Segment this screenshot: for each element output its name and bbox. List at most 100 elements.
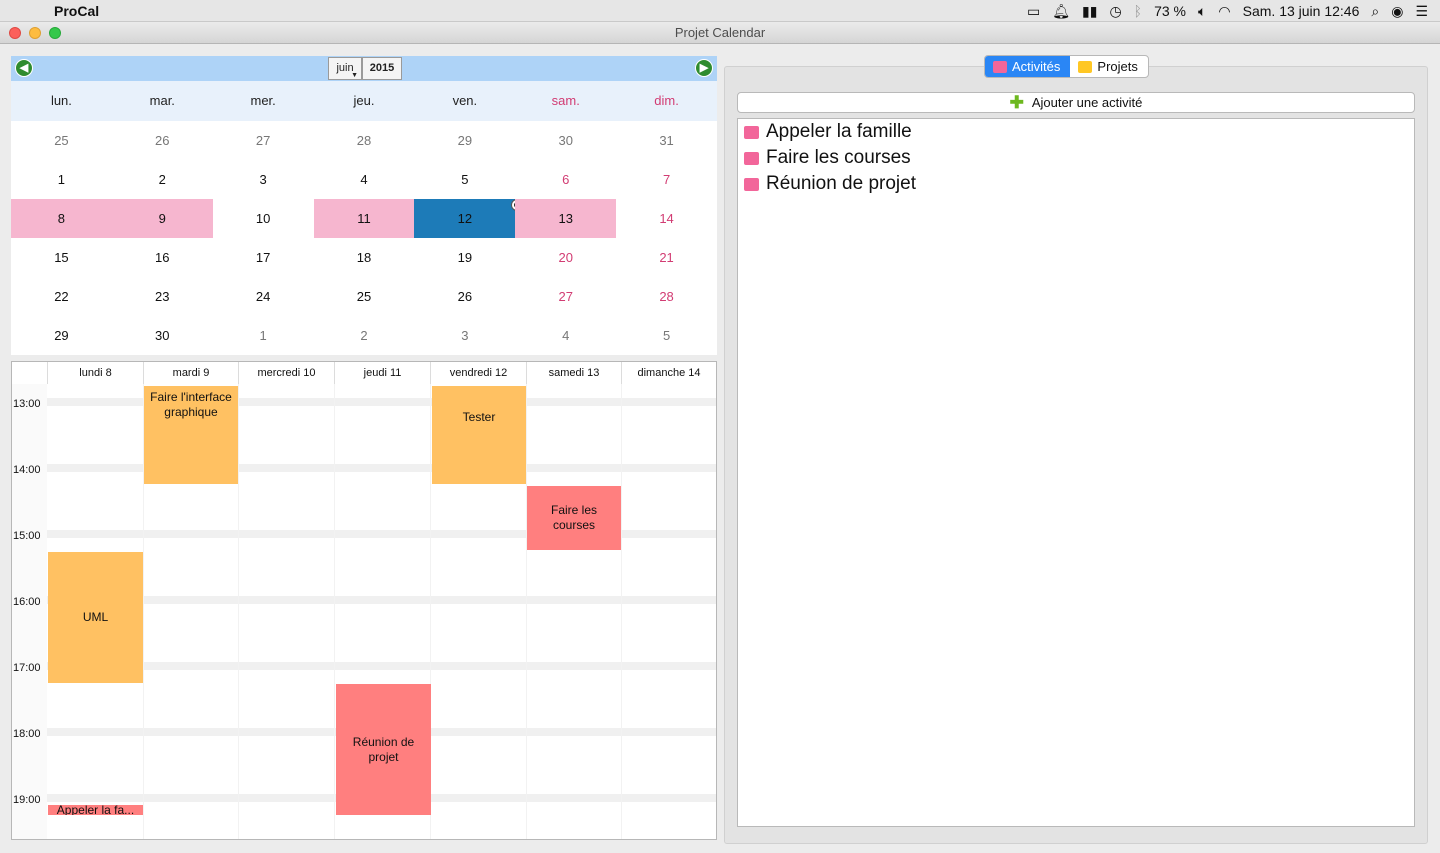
column-divider [334, 384, 335, 839]
calendar-day[interactable]: 26 [414, 277, 515, 316]
calendar-day[interactable]: 2 [314, 316, 415, 355]
event-block[interactable]: Appeler la fa... [48, 805, 143, 815]
menu-clock[interactable]: Sam. 13 juin 12:46 [1243, 3, 1360, 19]
next-month-button[interactable]: ▶ [695, 59, 713, 77]
week-grid[interactable]: 13:00 14:00 15:00 16:00 17:00 18:00 19:0… [12, 384, 716, 839]
calendar-day[interactable]: 15 [11, 238, 112, 277]
calendar-day[interactable]: 31 [616, 121, 717, 160]
arrow-left-icon: ◀ [19, 62, 29, 74]
previous-month-button[interactable]: ◀ [15, 59, 33, 77]
menu-bar: ProCal ▭ 🔔︎ ▮▮ ◷ ᛒ 73 % 🔈︎ ◠ Sam. 13 jui… [0, 0, 1440, 22]
airplay-icon[interactable]: ▭ [1027, 3, 1040, 20]
calendar-day[interactable]: 19 [414, 238, 515, 277]
add-activity-label: Ajouter une activité [1031, 95, 1143, 110]
calendar-day[interactable]: 2 [112, 160, 213, 199]
arrow-right-icon: ▶ [699, 62, 709, 74]
day-column-header: dimanche 14 [621, 362, 716, 384]
activity-name: Appeler la famille [766, 121, 912, 142]
calendar-day[interactable]: 25 [11, 121, 112, 160]
calendar-day[interactable]: 16 [112, 238, 213, 277]
weekday-header: lun. mar. mer. jeu. ven. sam. dim. [11, 81, 717, 121]
event-block[interactable]: Faire l'interface graphique [144, 386, 238, 484]
calendar-day[interactable]: 27 [213, 121, 314, 160]
calendar-day[interactable]: 17 [213, 238, 314, 277]
volume-icon[interactable]: 🔈︎ [1198, 3, 1206, 20]
weekday-label: sam. [551, 93, 580, 108]
month-select[interactable]: juin ▼ [328, 57, 362, 80]
column-divider [526, 384, 527, 839]
calendar-day[interactable]: 10 [213, 199, 314, 238]
zoom-window-button[interactable] [49, 27, 61, 39]
list-item[interactable]: Faire les courses [744, 145, 911, 171]
calendar-day[interactable]: 28 [314, 121, 415, 160]
calendar-day[interactable]: 25 [314, 277, 415, 316]
time-machine-icon[interactable]: ◷ [1109, 3, 1121, 20]
event-block[interactable]: Faire les courses [527, 486, 621, 550]
calendar-day-selected[interactable]: 12 [414, 199, 523, 238]
project-icon [1078, 60, 1093, 73]
spotlight-search-icon[interactable]: ⌕ [1371, 3, 1379, 20]
app-window: Projet Calendar ◀ juin ▼ 2015 ▶ lun. mar.… [0, 22, 1440, 853]
activity-icon [993, 60, 1007, 73]
calendar-day-highlighted[interactable]: 8 [11, 199, 112, 238]
calendar-day[interactable]: 30 [515, 121, 616, 160]
hour-label: 15:00 [13, 530, 41, 542]
notification-center-icon[interactable]: ☰ [1415, 3, 1428, 20]
calendar-day[interactable]: 5 [616, 316, 717, 355]
list-item[interactable]: Appeler la famille [744, 119, 912, 145]
calendar-day[interactable]: 22 [11, 277, 112, 316]
calendar-day[interactable]: 26 [112, 121, 213, 160]
calendar-day[interactable]: 29 [414, 121, 515, 160]
calendar-day[interactable]: 4 [515, 316, 616, 355]
event-block[interactable]: Réunion de projet [336, 684, 431, 815]
activity-icon [744, 177, 759, 191]
calendar-day[interactable]: 7 [616, 160, 717, 199]
user-icon[interactable]: ◉ [1391, 3, 1403, 20]
month-grid: 25 26 27 28 29 30 31 1 2 3 4 5 6 7 8 9 1… [11, 121, 717, 355]
weekday-label: ven. [452, 93, 478, 108]
hour-label: 18:00 [13, 728, 41, 740]
calendar-day[interactable]: 21 [616, 238, 717, 277]
activity-list: Appeler la famille Faire les courses Réu… [737, 118, 1415, 827]
calendar-day[interactable]: 29 [11, 316, 112, 355]
calendar-day[interactable]: 6 [515, 160, 616, 199]
week-header: lundi 8 mardi 9 mercredi 10 jeudi 11 ven… [12, 362, 716, 385]
weekday-label: lun. [50, 93, 72, 108]
calendar-day[interactable]: 23 [112, 277, 213, 316]
wifi-icon[interactable]: ◠ [1218, 3, 1230, 20]
battery-percentage[interactable]: 73 % [1154, 3, 1186, 19]
calendar-day[interactable]: 1 [11, 160, 112, 199]
notification-bell-icon[interactable]: 🔔︎ [1052, 3, 1070, 20]
close-window-button[interactable] [9, 27, 21, 39]
calendar-day[interactable]: 27 [515, 277, 616, 316]
list-item[interactable]: Réunion de projet [744, 171, 916, 197]
calendar-day-highlighted[interactable]: 13 [515, 199, 617, 238]
day-column-header: vendredi 12 [430, 362, 526, 384]
calendar-day[interactable]: 4 [314, 160, 415, 199]
tab-projects[interactable]: Projets [1070, 56, 1147, 77]
weekday-label: mar. [149, 93, 175, 108]
calendar-day[interactable]: 3 [213, 160, 314, 199]
calendar-day[interactable]: 14 [616, 199, 717, 238]
event-block[interactable]: Tester [432, 386, 526, 484]
battery-small-icon[interactable]: ▮▮ [1082, 3, 1097, 20]
hour-row [47, 662, 716, 670]
event-block[interactable]: UML [48, 552, 143, 683]
calendar-day[interactable]: 20 [515, 238, 616, 277]
calendar-day[interactable]: 24 [213, 277, 314, 316]
calendar-day[interactable]: 1 [213, 316, 314, 355]
calendar-day[interactable]: 28 [616, 277, 717, 316]
bluetooth-icon[interactable]: ᛒ [1134, 3, 1142, 19]
weekday-label: jeu. [353, 93, 375, 108]
app-name-menu[interactable]: ProCal [54, 3, 99, 19]
add-activity-button[interactable]: ✚ Ajouter une activité [737, 92, 1415, 113]
calendar-day-highlighted[interactable]: 11 [313, 199, 415, 238]
calendar-day[interactable]: 18 [314, 238, 415, 277]
calendar-day[interactable]: 3 [414, 316, 515, 355]
year-field[interactable]: 2015 [362, 57, 402, 80]
calendar-day[interactable]: 5 [414, 160, 515, 199]
calendar-day-highlighted[interactable]: 9 [111, 199, 213, 238]
tab-activities[interactable]: Activités [985, 56, 1071, 77]
minimize-window-button[interactable] [29, 27, 41, 39]
calendar-day[interactable]: 30 [112, 316, 213, 355]
